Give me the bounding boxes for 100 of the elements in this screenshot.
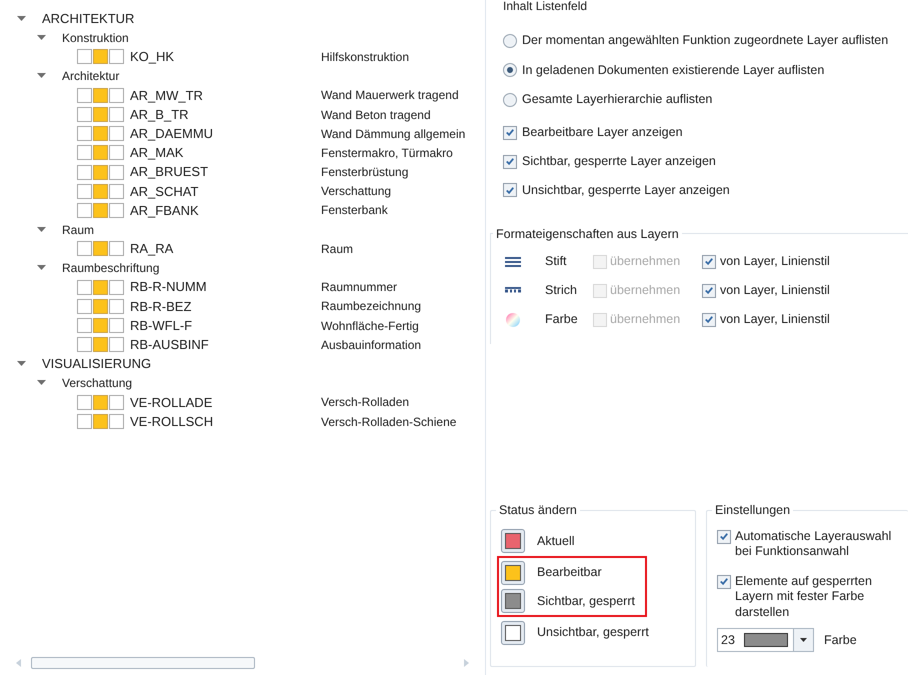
checkbox[interactable] bbox=[503, 154, 517, 169]
layer-status-box[interactable] bbox=[93, 337, 108, 352]
expand-caret-icon[interactable] bbox=[17, 16, 26, 22]
status-color-button[interactable] bbox=[501, 529, 525, 553]
checkbox[interactable] bbox=[702, 284, 716, 298]
tree-group-label[interactable]: Verschattung bbox=[62, 374, 132, 392]
scrollbar-thumb[interactable] bbox=[31, 657, 255, 669]
layer-name[interactable]: RA_RA bbox=[130, 239, 321, 259]
layer-name[interactable]: AR_DAEMMU bbox=[130, 124, 321, 144]
layer-status-box[interactable] bbox=[77, 298, 92, 314]
layer-status-box[interactable] bbox=[77, 184, 92, 199]
layer-status-box[interactable] bbox=[109, 241, 124, 256]
scroll-right-icon[interactable] bbox=[464, 659, 469, 667]
expand-caret-icon[interactable] bbox=[37, 380, 46, 386]
layer-name[interactable]: AR_MW_TR bbox=[130, 86, 321, 106]
layer-status-box[interactable] bbox=[109, 298, 124, 314]
layer-status-box[interactable] bbox=[93, 126, 108, 142]
layer-status-box[interactable] bbox=[77, 414, 92, 430]
layer-status-box[interactable] bbox=[93, 88, 108, 103]
layer-status-box[interactable] bbox=[93, 145, 108, 160]
layer-status-box[interactable] bbox=[77, 337, 92, 352]
layer-name[interactable]: AR_SCHAT bbox=[130, 182, 321, 202]
layer-status-box[interactable] bbox=[109, 164, 124, 180]
layer-status-box[interactable] bbox=[77, 107, 92, 122]
expand-caret-icon[interactable] bbox=[37, 226, 46, 233]
layer-status-box[interactable] bbox=[93, 184, 108, 199]
layer-status-box[interactable] bbox=[109, 49, 124, 64]
layer-status-box[interactable] bbox=[109, 145, 124, 160]
tree-group-label[interactable]: Konstruktion bbox=[62, 28, 129, 47]
layer-name[interactable]: KO_HK bbox=[130, 47, 321, 67]
layer-name[interactable]: RB-R-NUMM bbox=[130, 277, 321, 297]
layer-name[interactable]: RB-AUSBINF bbox=[130, 335, 321, 355]
layer-status-box[interactable] bbox=[77, 394, 92, 410]
layer-status-box[interactable] bbox=[109, 337, 124, 352]
layer-status-box[interactable] bbox=[77, 145, 92, 160]
status-color-button[interactable] bbox=[501, 560, 525, 584]
radio-label: Gesamte Layerhierarchie auflisten bbox=[522, 91, 712, 108]
checkbox[interactable] bbox=[702, 254, 716, 269]
status-color-button[interactable] bbox=[501, 620, 525, 644]
checkbox[interactable] bbox=[717, 574, 731, 589]
layer-status-box[interactable] bbox=[93, 107, 108, 122]
expand-caret-icon[interactable] bbox=[37, 265, 46, 272]
layer-status-box[interactable] bbox=[93, 318, 108, 334]
checkbox[interactable] bbox=[717, 530, 731, 544]
layer-name[interactable]: RB-R-BEZ bbox=[130, 296, 321, 316]
layer-status-box[interactable] bbox=[77, 202, 92, 218]
layer-name[interactable]: RB-WFL-F bbox=[130, 316, 321, 336]
layer-status-box[interactable] bbox=[93, 414, 108, 430]
group-title: Formateigenschaften aus Layern bbox=[495, 226, 680, 243]
layer-status-box[interactable] bbox=[77, 126, 92, 142]
layer-status-box[interactable] bbox=[109, 414, 124, 430]
expand-caret-icon[interactable] bbox=[37, 34, 46, 41]
tree-group-label[interactable]: ARCHITEKTUR bbox=[42, 8, 134, 28]
scroll-left-icon[interactable] bbox=[16, 659, 21, 667]
tree-group-label[interactable]: Raum bbox=[62, 220, 94, 239]
radio-button[interactable] bbox=[503, 92, 517, 107]
layer-description: Wand Beton tragend bbox=[321, 106, 431, 124]
field-label: Farbe bbox=[824, 632, 857, 649]
layer-status-box[interactable] bbox=[77, 241, 92, 256]
layer-status-box[interactable] bbox=[109, 184, 124, 199]
layer-status-box[interactable] bbox=[77, 164, 92, 180]
layer-name[interactable]: AR_BRUEST bbox=[130, 162, 321, 182]
layer-status-box[interactable] bbox=[77, 88, 92, 103]
layer-name[interactable]: VE-ROLLSCH bbox=[130, 412, 321, 432]
checkbox[interactable] bbox=[503, 183, 517, 198]
layer-status-box[interactable] bbox=[93, 202, 108, 218]
color-dropdown[interactable]: 23 bbox=[717, 628, 814, 652]
layer-status-box[interactable] bbox=[77, 49, 92, 64]
layer-status-box[interactable] bbox=[93, 394, 108, 410]
layer-name[interactable]: AR_B_TR bbox=[130, 104, 321, 124]
tree-group-label[interactable]: Architektur bbox=[62, 67, 120, 86]
layer-status-box[interactable] bbox=[109, 88, 124, 103]
layer-status-box[interactable] bbox=[109, 126, 124, 142]
tree-group-label[interactable]: VISUALISIERUNG bbox=[42, 354, 152, 374]
layer-description: Wand Mauerwerk tragend bbox=[321, 87, 459, 104]
layer-status-box[interactable] bbox=[93, 280, 108, 295]
status-color-button[interactable] bbox=[501, 589, 525, 613]
layer-name[interactable]: AR_MAK bbox=[130, 143, 321, 163]
layer-status-box[interactable] bbox=[109, 107, 124, 122]
layer-description: Wohnfläche-Fertig bbox=[321, 318, 419, 335]
layer-status-box[interactable] bbox=[109, 318, 124, 334]
expand-caret-icon[interactable] bbox=[17, 360, 26, 367]
radio-button[interactable] bbox=[503, 63, 517, 78]
expand-caret-icon[interactable] bbox=[37, 73, 46, 80]
layer-status-box[interactable] bbox=[77, 318, 92, 334]
radio-button[interactable] bbox=[503, 34, 517, 48]
checkbox[interactable] bbox=[702, 312, 716, 327]
layer-name[interactable]: AR_FBANK bbox=[130, 200, 321, 220]
tree-group-label[interactable]: Raumbeschriftung bbox=[62, 259, 160, 278]
layer-status-box[interactable] bbox=[77, 280, 92, 295]
layer-status-box[interactable] bbox=[93, 164, 108, 180]
layer-status-box[interactable] bbox=[109, 280, 124, 295]
layer-status-box[interactable] bbox=[93, 49, 108, 64]
layer-status-box[interactable] bbox=[93, 298, 108, 314]
layer-status-box[interactable] bbox=[93, 241, 108, 256]
checkbox[interactable] bbox=[503, 126, 517, 140]
layer-status-box[interactable] bbox=[109, 202, 124, 218]
status-label: Sichtbar, gesperrt bbox=[537, 592, 635, 610]
layer-status-box[interactable] bbox=[109, 394, 124, 410]
layer-name[interactable]: VE-ROLLADE bbox=[130, 392, 321, 412]
